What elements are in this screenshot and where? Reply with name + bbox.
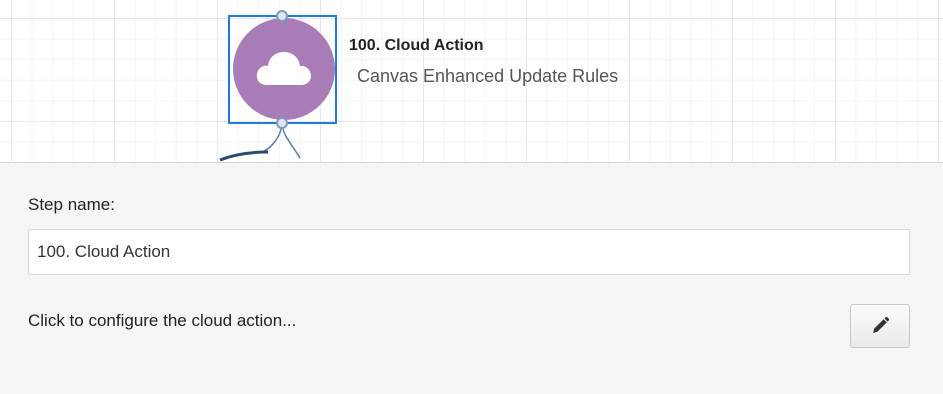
node-bottom-handle[interactable]	[276, 117, 288, 129]
properties-panel: Step name: Click to configure the cloud …	[0, 163, 943, 394]
flow-canvas[interactable]: 100. Cloud Action Canvas Enhanced Update…	[0, 0, 943, 163]
step-name-input[interactable]	[28, 229, 910, 275]
step-name-label: Step name:	[28, 195, 115, 214]
node-subtitle: Canvas Enhanced Update Rules	[357, 66, 619, 86]
edit-cloud-action-button[interactable]	[850, 304, 910, 348]
node-top-handle[interactable]	[276, 10, 288, 22]
configure-cloud-action-text: Click to configure the cloud action...	[28, 311, 297, 330]
node-title: 100. Cloud Action	[349, 37, 484, 54]
pencil-icon	[873, 316, 890, 333]
node-selection-box	[228, 15, 337, 124]
